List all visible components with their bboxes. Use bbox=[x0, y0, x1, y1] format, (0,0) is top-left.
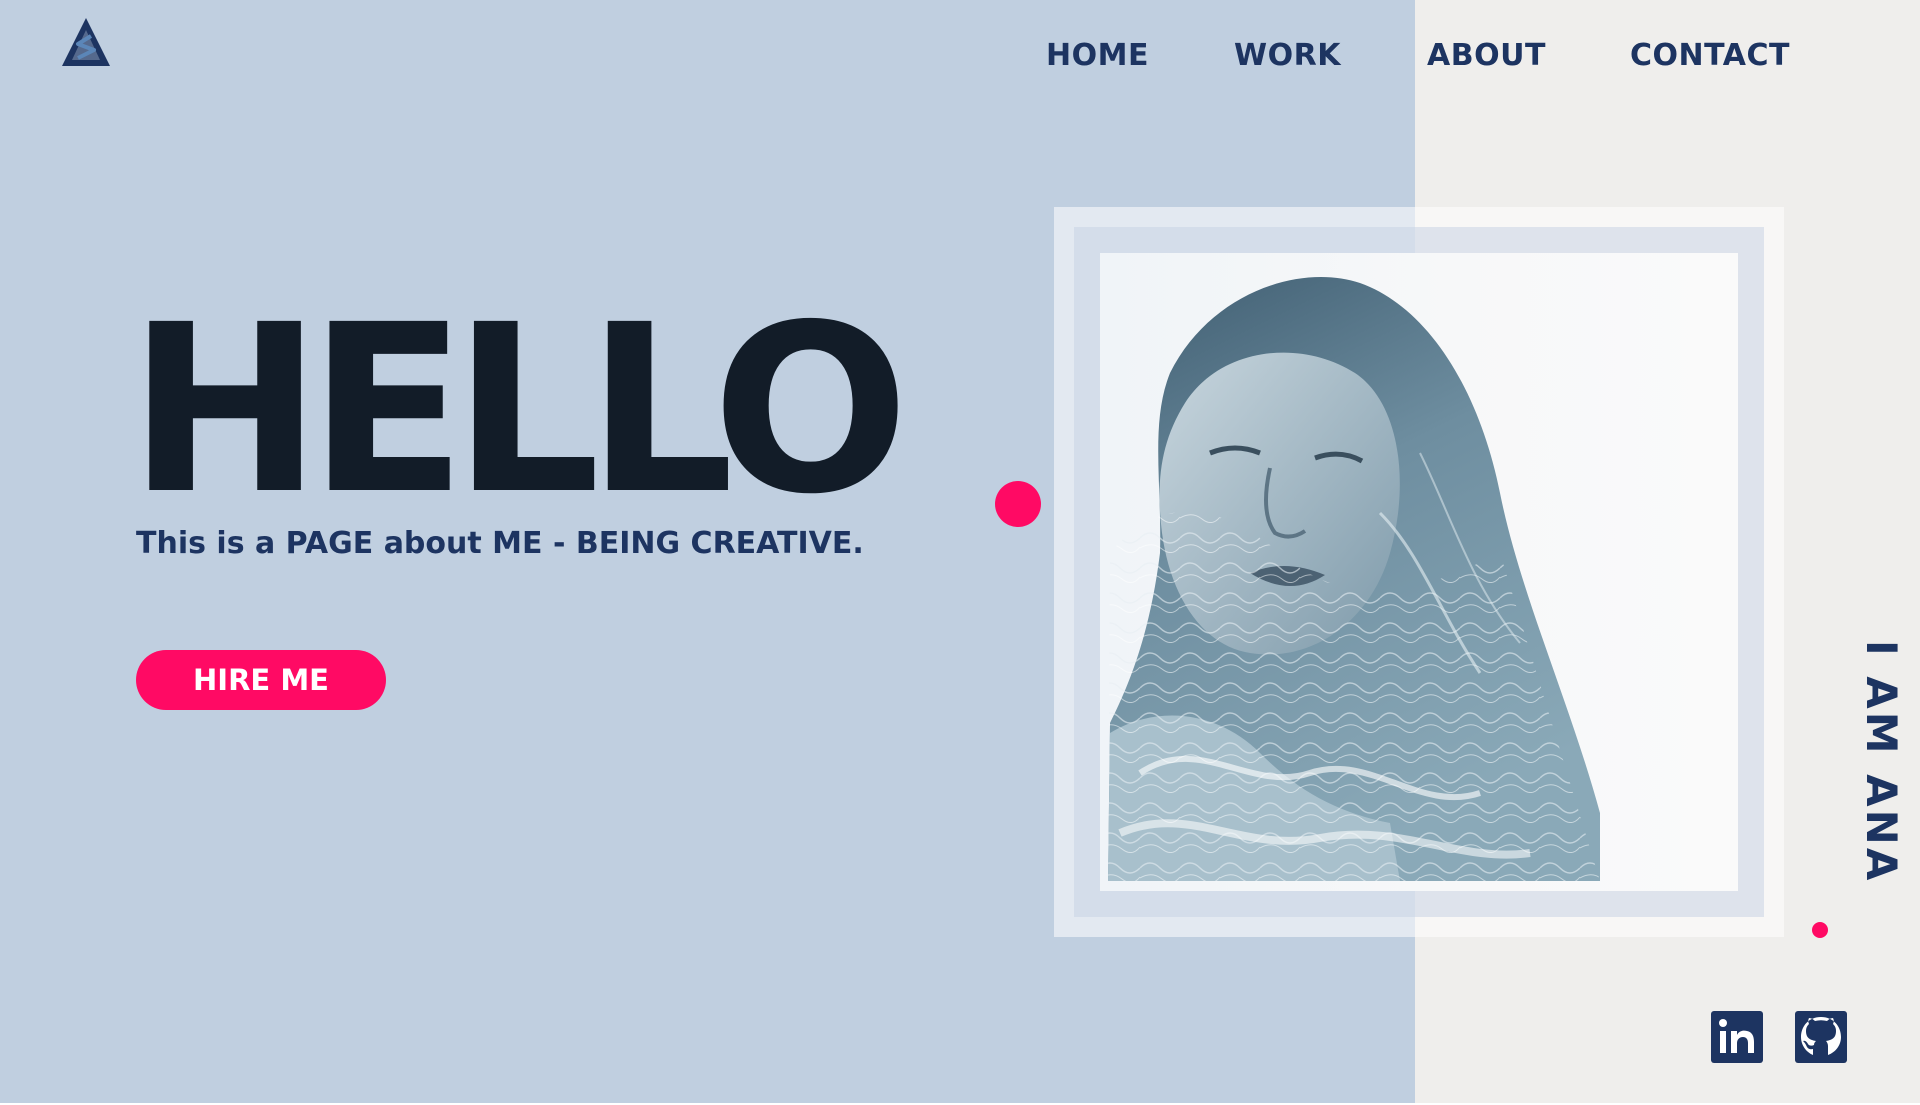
portrait-image bbox=[1108, 277, 1600, 881]
hero-subtitle: This is a PAGE about ME - BEING CREATIVE… bbox=[136, 526, 864, 561]
portrait-frame-middle bbox=[1074, 227, 1764, 917]
linkedin-icon[interactable] bbox=[1711, 1011, 1763, 1063]
main-navigation: HOME WORK ABOUT CONTACT bbox=[0, 36, 1920, 76]
landing-page: HOME WORK ABOUT CONTACT HELLO This is a … bbox=[0, 0, 1920, 1105]
github-icon[interactable] bbox=[1795, 1011, 1847, 1063]
vertical-name-text: I AM ANA bbox=[1857, 640, 1906, 884]
hero-title: HELLO bbox=[128, 275, 909, 545]
vertical-name-dot bbox=[1812, 922, 1828, 938]
nav-contact-link[interactable]: CONTACT bbox=[1630, 36, 1790, 76]
nav-home-link[interactable]: HOME bbox=[1046, 36, 1149, 76]
nav-about-link[interactable]: ABOUT bbox=[1427, 36, 1546, 76]
nav-work-link[interactable]: WORK bbox=[1234, 36, 1341, 76]
hire-me-button[interactable]: HIRE ME bbox=[136, 650, 386, 710]
hero-title-dot bbox=[995, 481, 1041, 527]
vertical-name-block: I AM ANA bbox=[1856, 640, 1906, 900]
portrait-frame-inner bbox=[1100, 253, 1738, 891]
portrait-frame-outer bbox=[1054, 207, 1784, 937]
